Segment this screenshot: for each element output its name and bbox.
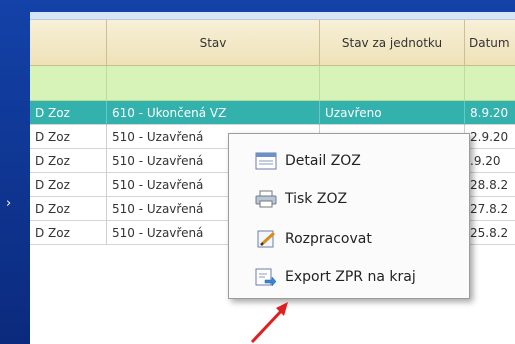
menu-item-label: Rozpracovat: [285, 231, 372, 247]
cell-type: D Zoz: [30, 101, 107, 125]
filter-cell-stav[interactable]: [107, 66, 320, 101]
cell-datum: 2.9.20: [465, 125, 515, 149]
chevron-right-icon: ›: [6, 196, 12, 211]
menu-item-rozpracovat[interactable]: Rozpracovat: [229, 224, 469, 254]
grid-header: Stav Stav za jednotku Datum: [30, 20, 515, 66]
column-header-type[interactable]: [30, 20, 107, 66]
cell-datum: 25.8.2: [465, 221, 515, 245]
window-frame: › Stav Stav za jednotku Datum D Zoz 610 …: [0, 0, 515, 344]
context-menu: Detail ZOZ Tisk ZOZ Rozpracovat Export Z…: [228, 133, 470, 299]
printer-icon: [255, 190, 277, 208]
cell-datum: .9.20: [465, 149, 515, 173]
filter-row: [30, 66, 515, 101]
menu-item-export-zpr[interactable]: Export ZPR na kraj: [229, 262, 469, 292]
cell-datum: 27.8.2: [465, 197, 515, 221]
menu-item-label: Export ZPR na kraj: [285, 269, 416, 285]
edit-document-icon: [257, 230, 276, 248]
detail-icon: [255, 152, 277, 170]
filter-cell-type[interactable]: [30, 66, 107, 101]
menu-item-label: Detail ZOZ: [285, 153, 361, 169]
menu-item-tisk-zoz[interactable]: Tisk ZOZ: [229, 184, 469, 214]
cell-type: D Zoz: [30, 197, 107, 221]
cell-stav-za-jednotku: Uzavřeno: [320, 101, 465, 125]
cell-datum: 8.9.20: [465, 101, 515, 125]
cell-type: D Zoz: [30, 173, 107, 197]
red-arrow-annotation: [250, 302, 288, 344]
menu-item-detail-zoz[interactable]: Detail ZOZ: [229, 146, 469, 176]
cell-type: D Zoz: [30, 221, 107, 245]
export-icon: [255, 268, 277, 286]
cell-type: D Zoz: [30, 125, 107, 149]
toolbar-strip: [30, 12, 515, 20]
filter-cell-stav-za-jednotku[interactable]: [320, 66, 465, 101]
cell-type: D Zoz: [30, 149, 107, 173]
column-header-stav[interactable]: Stav: [107, 20, 320, 66]
column-header-stav-za-jednotku[interactable]: Stav za jednotku: [320, 20, 465, 66]
table-row-selected[interactable]: D Zoz 610 - Ukončená VZ Uzavřeno 8.9.20: [30, 101, 515, 125]
menu-item-label: Tisk ZOZ: [285, 191, 348, 207]
filter-cell-datum[interactable]: [465, 66, 515, 101]
column-header-datum[interactable]: Datum: [465, 20, 515, 66]
cell-datum: 28.8.2: [465, 173, 515, 197]
cell-stav: 610 - Ukončená VZ: [107, 101, 320, 125]
